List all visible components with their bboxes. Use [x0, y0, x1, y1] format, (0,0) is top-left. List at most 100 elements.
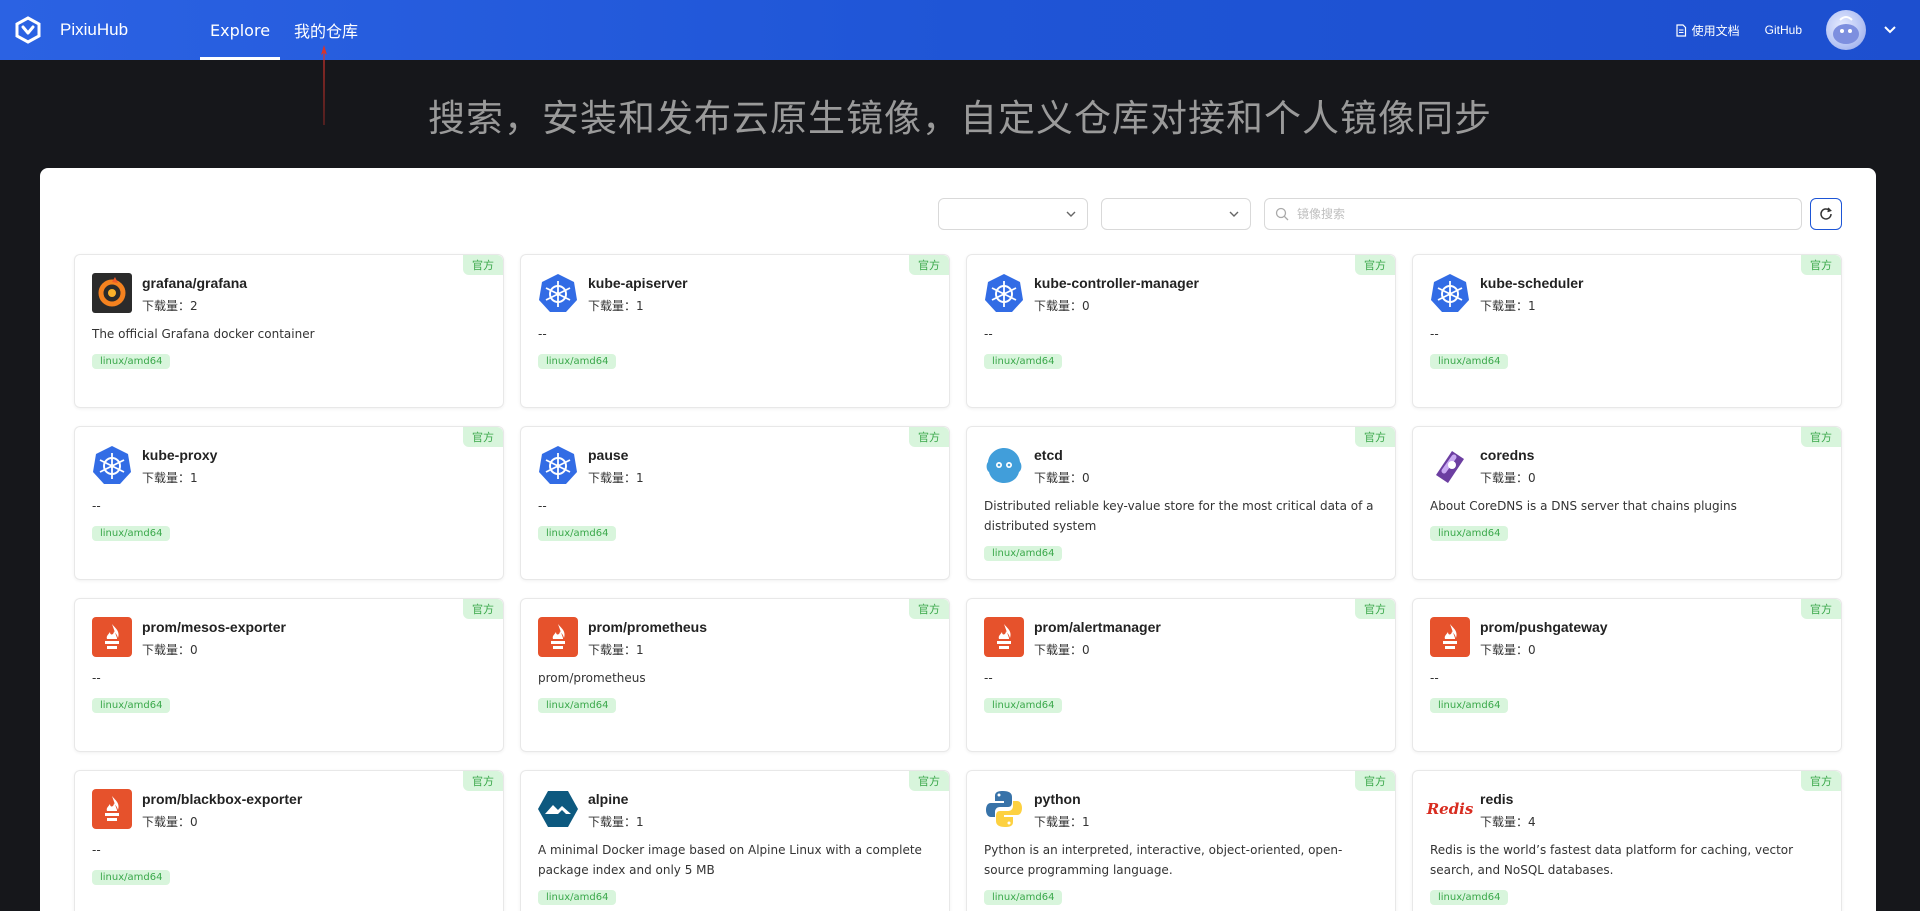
image-card-coredns[interactable]: 官方 coredns 下载量：0 About CoreDNS is a DNS …	[1412, 426, 1842, 580]
platform-tag: linux/amd64	[538, 354, 617, 369]
image-description: prom/prometheus	[538, 671, 646, 685]
image-name: prom/pushgateway	[1480, 619, 1608, 635]
avatar[interactable]	[1826, 10, 1866, 50]
coredns-icon	[1430, 445, 1470, 485]
card-header: grafana/grafana 下载量：2	[92, 273, 486, 314]
image-card-python[interactable]: 官方 python 下载量：1 Python is an interpreted…	[966, 770, 1396, 911]
download-count: 下载量：0	[1480, 643, 1536, 657]
card-title-block: prom/blackbox-exporter 下载量：0	[142, 791, 302, 830]
nav-explore[interactable]: Explore	[200, 0, 281, 60]
image-description: --	[92, 499, 101, 513]
download-count: 下载量：1	[588, 471, 644, 485]
image-description: Distributed reliable key-value store for…	[984, 499, 1374, 533]
card-title-block: pause 下载量：1	[588, 447, 644, 486]
brand[interactable]: PixiuHub	[14, 16, 200, 44]
image-description: --	[92, 671, 101, 685]
image-card-alpine[interactable]: 官方 alpine 下载量：1 A minimal Docker image b…	[520, 770, 950, 911]
card-title-block: etcd 下载量：0	[1034, 447, 1090, 486]
image-name: pause	[588, 447, 629, 463]
image-card-pause[interactable]: 官方 pause 下载量：1 -- linux/amd64	[520, 426, 950, 580]
image-name: etcd	[1034, 447, 1063, 463]
download-count: 下载量：2	[142, 299, 198, 313]
image-card-kube-controller-manager[interactable]: 官方 kube-controller-manager 下载量：0 -- linu…	[966, 254, 1396, 408]
platform-tag: linux/amd64	[92, 870, 171, 885]
card-title-block: prom/pushgateway 下载量：0	[1480, 619, 1608, 658]
download-count: 下载量：1	[588, 815, 644, 829]
official-badge: 官方	[1801, 599, 1841, 619]
image-card-grafana-grafana[interactable]: 官方 grafana/grafana 下载量：2 The official Gr…	[74, 254, 504, 408]
image-card-kube-scheduler[interactable]: 官方 kube-scheduler 下载量：1 -- linux/amd64	[1412, 254, 1842, 408]
platform-tag: linux/amd64	[92, 526, 171, 541]
search-icon	[1275, 207, 1289, 221]
image-description: --	[538, 327, 547, 341]
platform-tag: linux/amd64	[538, 698, 617, 713]
platform-tag: linux/amd64	[984, 890, 1063, 905]
card-header: prom/prometheus 下载量：1	[538, 617, 932, 658]
kubernetes-icon	[538, 445, 578, 485]
card-title-block: prom/mesos-exporter 下载量：0	[142, 619, 286, 658]
redis-logo-text: Redis	[1426, 800, 1474, 818]
download-count: 下载量：1	[142, 471, 198, 485]
download-count: 下载量：1	[1480, 299, 1536, 313]
official-badge: 官方	[463, 771, 503, 791]
card-title-block: kube-scheduler 下载量：1	[1480, 275, 1583, 314]
card-header: kube-controller-manager 下载量：0	[984, 273, 1378, 314]
image-description: Python is an interpreted, interactive, o…	[984, 843, 1343, 877]
platform-tag: linux/amd64	[984, 698, 1063, 713]
image-card-prom-alertmanager[interactable]: 官方 prom/alertmanager 下载量：0 -- linux/amd6…	[966, 598, 1396, 752]
official-badge: 官方	[463, 599, 503, 619]
image-card-prom-pushgateway[interactable]: 官方 prom/pushgateway 下载量：0 -- linux/amd64	[1412, 598, 1842, 752]
image-name: prom/alertmanager	[1034, 619, 1161, 635]
chevron-down-icon	[1229, 211, 1239, 217]
image-name: grafana/grafana	[142, 275, 248, 291]
card-title-block: kube-proxy 下载量：1	[142, 447, 217, 486]
refresh-button[interactable]	[1810, 198, 1842, 230]
platform-tag: linux/amd64	[1430, 354, 1509, 369]
image-card-kube-apiserver[interactable]: 官方 kube-apiserver 下载量：1 -- linux/amd64	[520, 254, 950, 408]
card-header: kube-scheduler 下载量：1	[1430, 273, 1824, 314]
main-nav: Explore 我的仓库	[200, 0, 368, 60]
account-dropdown[interactable]	[1884, 26, 1896, 34]
official-badge: 官方	[1355, 427, 1395, 447]
image-description: --	[1430, 671, 1439, 685]
card-header: alpine 下载量：1	[538, 789, 932, 830]
github-link[interactable]: GitHub	[1765, 23, 1802, 37]
platform-tag: linux/amd64	[92, 354, 171, 369]
platform-tag: linux/amd64	[1430, 526, 1509, 541]
image-name: kube-proxy	[142, 447, 218, 463]
filter-select-2[interactable]	[1101, 198, 1251, 230]
official-badge: 官方	[909, 599, 949, 619]
card-header: Redis redis 下载量：4	[1426, 789, 1824, 830]
image-card-prom-blackbox-exporter[interactable]: 官方 prom/blackbox-exporter 下载量：0 -- linux…	[74, 770, 504, 911]
pixiuhub-logo-icon	[15, 16, 41, 44]
download-count: 下载量：0	[142, 815, 198, 829]
image-card-redis[interactable]: 官方 Redis redis 下载量：4 Redis is the world’…	[1412, 770, 1842, 911]
platform-tag: linux/amd64	[538, 526, 617, 541]
image-card-etcd[interactable]: 官方 etcd 下载量：0 Distributed reliable key-v…	[966, 426, 1396, 580]
image-card-kube-proxy[interactable]: 官方 kube-proxy 下载量：1 -- linux/amd64	[74, 426, 504, 580]
hero-title: 搜索，安装和发布云原生镜像，自定义仓库对接和个人镜像同步	[428, 97, 1492, 140]
card-header: coredns 下载量：0	[1430, 445, 1824, 486]
download-count: 下载量：0	[1034, 299, 1090, 313]
download-count: 下载量：0	[142, 643, 198, 657]
image-name: kube-apiserver	[588, 275, 688, 291]
top-navbar: PixiuHub Explore 我的仓库 使用文档 GitHub	[0, 0, 1920, 60]
platform-tag: linux/amd64	[538, 890, 617, 905]
download-count: 下载量：1	[588, 643, 644, 657]
platform-tag: linux/amd64	[1430, 698, 1509, 713]
image-card-prom-mesos-exporter[interactable]: 官方 prom/mesos-exporter 下载量：0 -- linux/am…	[74, 598, 504, 752]
image-name: prom/mesos-exporter	[142, 619, 286, 635]
filter-select-1[interactable]	[938, 198, 1088, 230]
card-header: prom/blackbox-exporter 下载量：0	[92, 789, 486, 830]
image-description: --	[92, 843, 101, 857]
official-badge: 官方	[1801, 427, 1841, 447]
docs-link[interactable]: 使用文档	[1675, 22, 1740, 39]
card-title-block: alpine 下载量：1	[588, 791, 644, 830]
image-grid: 官方 grafana/grafana 下载量：2 The official Gr…	[74, 254, 1842, 911]
card-title-block: kube-controller-manager 下载量：0	[1034, 275, 1199, 314]
download-count: 下载量：0	[1480, 471, 1536, 485]
image-description: About CoreDNS is a DNS server that chain…	[1430, 499, 1737, 513]
image-card-prom-prometheus[interactable]: 官方 prom/prometheus 下载量：1 prom/prometheus…	[520, 598, 950, 752]
image-description: --	[984, 671, 993, 685]
search-input[interactable]	[1297, 207, 1777, 221]
